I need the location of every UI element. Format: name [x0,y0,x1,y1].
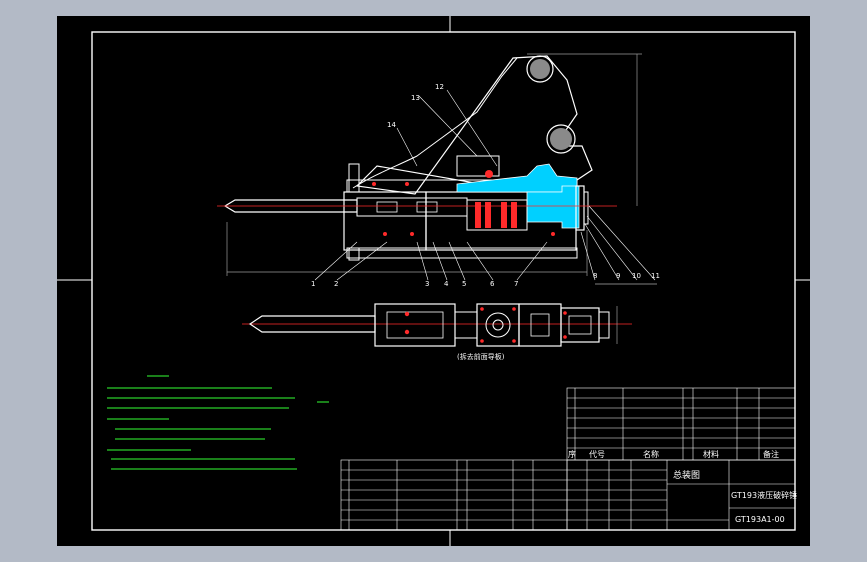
drawing-viewport[interactable]: 1 2 3 4 5 6 7 8 9 10 11 12 13 14 (拆去前面导板… [57,16,810,546]
bom-lower [340,459,568,531]
lower-valve-block [476,303,520,347]
tool-shank [356,197,468,217]
lower-spacer [454,311,478,339]
drawing-type: 总装图 [673,469,700,481]
callout-4: 4 [444,280,449,288]
callout-5: 5 [462,280,466,288]
cad-window: 1 2 3 4 5 6 7 8 9 10 11 12 13 14 (拆去前面导板… [0,0,867,562]
pin-upper [530,59,550,79]
callout-1: 1 [311,280,315,288]
front-bushing [376,201,398,213]
lower-bolt [480,339,484,343]
callout-6: 6 [490,280,495,288]
bolt-mark [410,232,414,236]
valve-body [456,163,578,193]
callout-11: 11 [651,272,660,280]
callout-10: 10 [632,272,641,280]
bom-header-code: 代号 [589,449,605,459]
bom-header-name: 名称 [643,449,659,459]
drawing-canvas: 1 2 3 4 5 6 7 8 9 10 11 12 13 14 (拆去前面导板… [57,16,810,546]
lower-bolt [512,307,516,311]
lower-rear-cap [598,311,610,339]
lower-bolt [404,311,410,317]
bolt-mark [372,182,376,186]
bolt-mark [383,232,387,236]
callout-8: 8 [593,272,597,280]
callout-12: 12 [435,83,444,91]
rear-bushing [416,201,438,213]
drawing-number: GT193A1-00 [735,515,785,524]
front-head [343,191,427,251]
bolt-mark [551,232,555,236]
lower-back-inner [568,315,592,335]
lower-bolt [563,335,567,339]
product-name: GT193液压破碎锤 [731,490,797,500]
back-head [526,185,580,229]
callout-2: 2 [334,280,338,288]
valve-port [485,170,493,178]
callout-3: 3 [425,280,429,288]
lower-body-inner [530,313,550,337]
lower-view [242,303,632,347]
pin-lower [550,128,572,150]
bom-header-seq: 序 [568,449,576,459]
lower-bolt [480,307,484,311]
callout-13: 13 [411,94,420,102]
lower-valve-circle [485,312,511,338]
bom-header-remark: 备注 [763,449,779,459]
lower-bolt [512,339,516,343]
lower-bolt [404,329,410,335]
callout-14: 14 [387,121,396,129]
lower-front-inner [386,311,444,339]
lower-bolt [563,311,567,315]
lower-valve-center [492,319,504,331]
callout-7: 7 [514,280,518,288]
technical-notes [107,375,329,470]
bracket-inner-edge [352,57,518,189]
callout-9: 9 [616,272,620,280]
view-caption: (拆去前面导板) [457,352,505,361]
bom-header-row: 序 代号 名称 材料 备注 [568,449,779,459]
bolt-mark [405,182,409,186]
bom-header-material: 材料 [703,449,719,459]
lower-body [518,303,562,347]
